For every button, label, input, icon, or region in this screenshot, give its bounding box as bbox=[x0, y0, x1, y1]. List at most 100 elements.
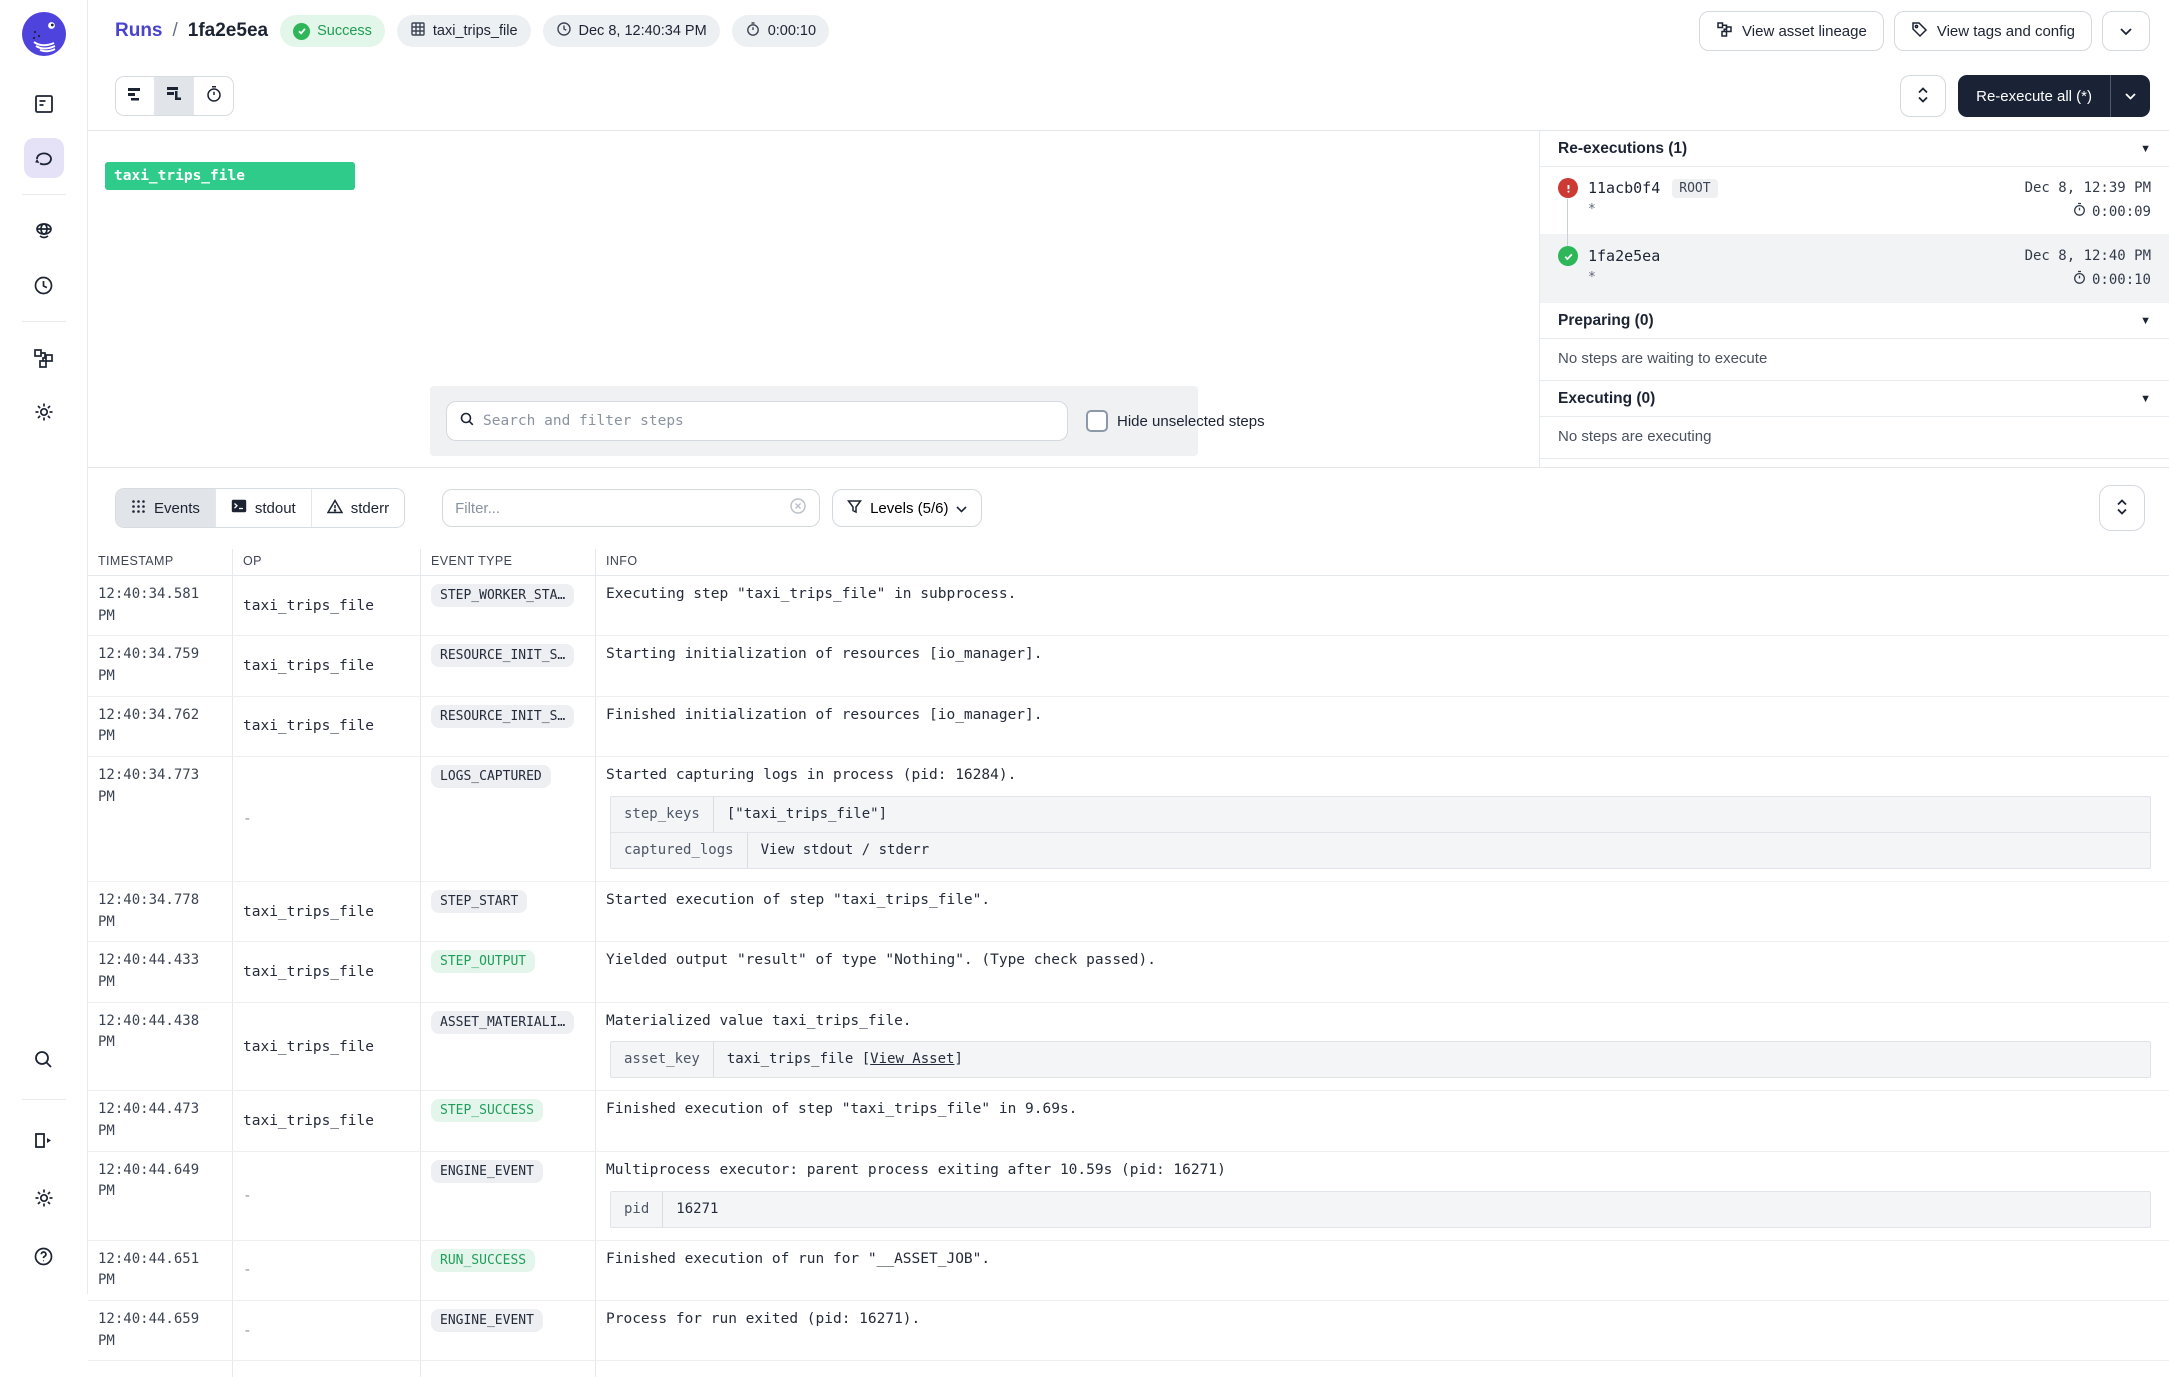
event-type-chip[interactable]: STEP_OUTPUT bbox=[431, 950, 535, 973]
header-more-button[interactable] bbox=[2102, 11, 2150, 51]
reexecution-run-row[interactable]: 1fa2e5eaDec 8, 12:40 PM*0:00:10 bbox=[1540, 235, 2169, 303]
log-info-cell: Yielded output "result" of type "Nothing… bbox=[596, 942, 2169, 1001]
reexecutions-section-header[interactable]: Re-executions (1) ▼ bbox=[1540, 131, 2169, 167]
sidebar-item-schedules[interactable] bbox=[24, 265, 64, 305]
hide-unselected-toggle[interactable]: Hide unselected steps bbox=[1086, 410, 1265, 432]
errored-section-header[interactable]: Errored (0) ▼ bbox=[1540, 459, 2169, 467]
sidebar-expand-button[interactable] bbox=[24, 1120, 64, 1160]
log-row[interactable]: 12:40:34.581 PMtaxi_trips_fileSTEP_WORKE… bbox=[88, 576, 2169, 636]
log-event-type-cell: STEP_OUTPUT bbox=[421, 942, 596, 1001]
zoom-fit-button[interactable] bbox=[1900, 75, 1946, 117]
view-asset-lineage-button[interactable]: View asset lineage bbox=[1699, 11, 1884, 51]
collapse-caret-icon: ▼ bbox=[2140, 393, 2151, 405]
col-op: OP bbox=[233, 549, 421, 575]
event-type-chip[interactable]: RESOURCE_INIT_S… bbox=[431, 705, 574, 728]
log-event-type-cell: STEP_START bbox=[421, 882, 596, 941]
event-type-chip[interactable]: STEP_SUCCESS bbox=[431, 1099, 543, 1122]
metadata-row: step_keys["taxi_trips_file"] bbox=[611, 797, 2150, 832]
clock-icon bbox=[32, 274, 55, 297]
run-duration: 0:00:09 bbox=[2025, 202, 2151, 221]
reexecute-all-button[interactable]: Re-execute all (*) bbox=[1958, 75, 2150, 117]
reexecution-run-row[interactable]: 11acb0f4ROOTDec 8, 12:39 PM*0:00:09 bbox=[1540, 167, 2169, 235]
log-filter-box bbox=[442, 489, 820, 527]
tab-stdout[interactable]: stdout bbox=[216, 489, 312, 527]
log-event-type-cell: ASSET_MATERIALI… bbox=[421, 1003, 596, 1091]
sidebar-settings-button[interactable] bbox=[24, 1178, 64, 1218]
gantt-search-input[interactable] bbox=[483, 413, 1055, 429]
metadata-value: taxi_trips_file [View Asset] bbox=[714, 1042, 976, 1077]
stopwatch-icon bbox=[2072, 202, 2087, 221]
breadcrumb-runs-link[interactable]: Runs bbox=[115, 20, 163, 42]
sidebar-search-button[interactable] bbox=[24, 1039, 64, 1079]
log-row[interactable]: 12:40:34.773 PM-LOGS_CAPTUREDStarted cap… bbox=[88, 757, 2169, 882]
log-row[interactable]: 12:40:44.433 PMtaxi_trips_fileSTEP_OUTPU… bbox=[88, 942, 2169, 1002]
gantt-waterfall-view-button[interactable] bbox=[155, 77, 194, 115]
search-icon bbox=[32, 1048, 55, 1071]
log-op: - bbox=[233, 1301, 421, 1360]
run-header: Runs / 1fa2e5ea Success taxi_trips_file … bbox=[88, 0, 2169, 62]
gear-icon bbox=[32, 400, 56, 424]
preparing-section-header[interactable]: Preparing (0) ▼ bbox=[1540, 303, 2169, 339]
event-type-chip[interactable]: LOGS_CAPTURED bbox=[431, 765, 551, 788]
filler-cell bbox=[233, 1361, 421, 1377]
sidebar-item-runs[interactable] bbox=[24, 138, 64, 178]
sidebar-item-automation[interactable] bbox=[24, 211, 64, 251]
executing-section-header[interactable]: Executing (0) ▼ bbox=[1540, 381, 2169, 417]
log-row[interactable]: 12:40:34.778 PMtaxi_trips_fileSTEP_START… bbox=[88, 882, 2169, 942]
reexecute-dropdown-caret[interactable] bbox=[2110, 75, 2150, 117]
run-duration-text: 0:00:10 bbox=[2092, 272, 2151, 288]
log-row[interactable]: 12:40:44.649 PM-ENGINE_EVENTMultiprocess… bbox=[88, 1152, 2169, 1241]
collapse-caret-icon: ▼ bbox=[2140, 143, 2151, 155]
asset-tag[interactable]: taxi_trips_file bbox=[397, 15, 531, 47]
log-info-text: Finished execution of step "taxi_trips_f… bbox=[606, 1099, 2159, 1121]
log-row[interactable]: 12:40:34.762 PMtaxi_trips_file RESOURCE_I… bbox=[88, 697, 2169, 757]
sidebar-item-overview[interactable] bbox=[24, 84, 64, 124]
clear-filter-icon[interactable] bbox=[789, 497, 807, 520]
view-tags-config-button[interactable]: View tags and config bbox=[1894, 11, 2092, 51]
view-asset-link[interactable]: View Asset bbox=[870, 1051, 954, 1067]
automation-globe-icon bbox=[32, 219, 56, 243]
sidebar-item-deployment[interactable] bbox=[24, 392, 64, 432]
log-timestamp: 12:40:34.762 PM bbox=[88, 697, 233, 756]
run-id-link[interactable]: 1fa2e5ea bbox=[1588, 247, 1660, 265]
log-row[interactable]: 12:40:44.659 PM-ENGINE_EVENTProcess for … bbox=[88, 1301, 2169, 1361]
log-event-type-cell: LOGS_CAPTURED bbox=[421, 757, 596, 881]
expand-panel-icon bbox=[32, 1129, 55, 1152]
log-info-text: Finished execution of run for "__ASSET_J… bbox=[606, 1249, 2159, 1271]
log-table-header: TIMESTAMP OP EVENT TYPE INFO bbox=[88, 549, 2169, 576]
log-row[interactable]: 12:40:44.438 PMtaxi_trips_fileASSET_MATE… bbox=[88, 1003, 2169, 1092]
warning-triangle-icon bbox=[327, 499, 343, 518]
log-scroll-button[interactable] bbox=[2099, 485, 2145, 531]
tab-events[interactable]: Events bbox=[116, 489, 216, 527]
hide-unselected-checkbox[interactable] bbox=[1086, 410, 1108, 432]
asset-grid-icon bbox=[410, 21, 426, 41]
sidebar-divider bbox=[22, 194, 66, 195]
event-type-chip[interactable]: STEP_START bbox=[431, 890, 527, 913]
filler-cell bbox=[596, 1361, 2169, 1377]
event-type-chip[interactable]: ENGINE_EVENT bbox=[431, 1160, 543, 1183]
sidebar-help-button[interactable] bbox=[24, 1236, 64, 1276]
log-op: taxi_trips_file bbox=[233, 697, 421, 756]
log-row[interactable]: 12:40:44.473 PMtaxi_trips_fileSTEP_SUCCE… bbox=[88, 1091, 2169, 1151]
log-row[interactable]: 12:40:44.651 PM-RUN_SUCCESSFinished exec… bbox=[88, 1241, 2169, 1301]
log-info-cell: Finished initialization of resources [io… bbox=[596, 697, 2169, 756]
event-type-chip[interactable]: RESOURCE_INIT_S… bbox=[431, 644, 574, 667]
badge-spacer bbox=[1660, 246, 2024, 266]
dagster-logo-icon[interactable] bbox=[22, 12, 66, 56]
log-timestamp: 12:40:34.581 PM bbox=[88, 576, 233, 635]
levels-filter-button[interactable]: Levels (5/6) bbox=[832, 489, 982, 527]
gantt-flat-view-button[interactable] bbox=[116, 77, 155, 115]
hide-unselected-label: Hide unselected steps bbox=[1117, 413, 1265, 430]
gantt-step-bar[interactable]: taxi_trips_file bbox=[105, 162, 355, 190]
sidebar-item-lineage[interactable] bbox=[24, 338, 64, 378]
event-type-chip[interactable]: ASSET_MATERIALI… bbox=[431, 1011, 574, 1034]
log-filter-input[interactable] bbox=[455, 500, 789, 517]
event-type-chip[interactable]: RUN_SUCCESS bbox=[431, 1249, 535, 1272]
event-type-chip[interactable]: ENGINE_EVENT bbox=[431, 1309, 543, 1332]
event-type-chip[interactable]: STEP_WORKER_STA… bbox=[431, 584, 574, 607]
log-row[interactable]: 12:40:34.759 PMtaxi_trips_fileRESOURCE_I… bbox=[88, 636, 2169, 696]
run-id-link[interactable]: 11acb0f4 bbox=[1588, 179, 1660, 197]
tab-stderr[interactable]: stderr bbox=[312, 489, 404, 527]
log-info-cell: Finished execution of step "taxi_trips_f… bbox=[596, 1091, 2169, 1150]
gantt-timer-view-button[interactable] bbox=[194, 77, 233, 115]
